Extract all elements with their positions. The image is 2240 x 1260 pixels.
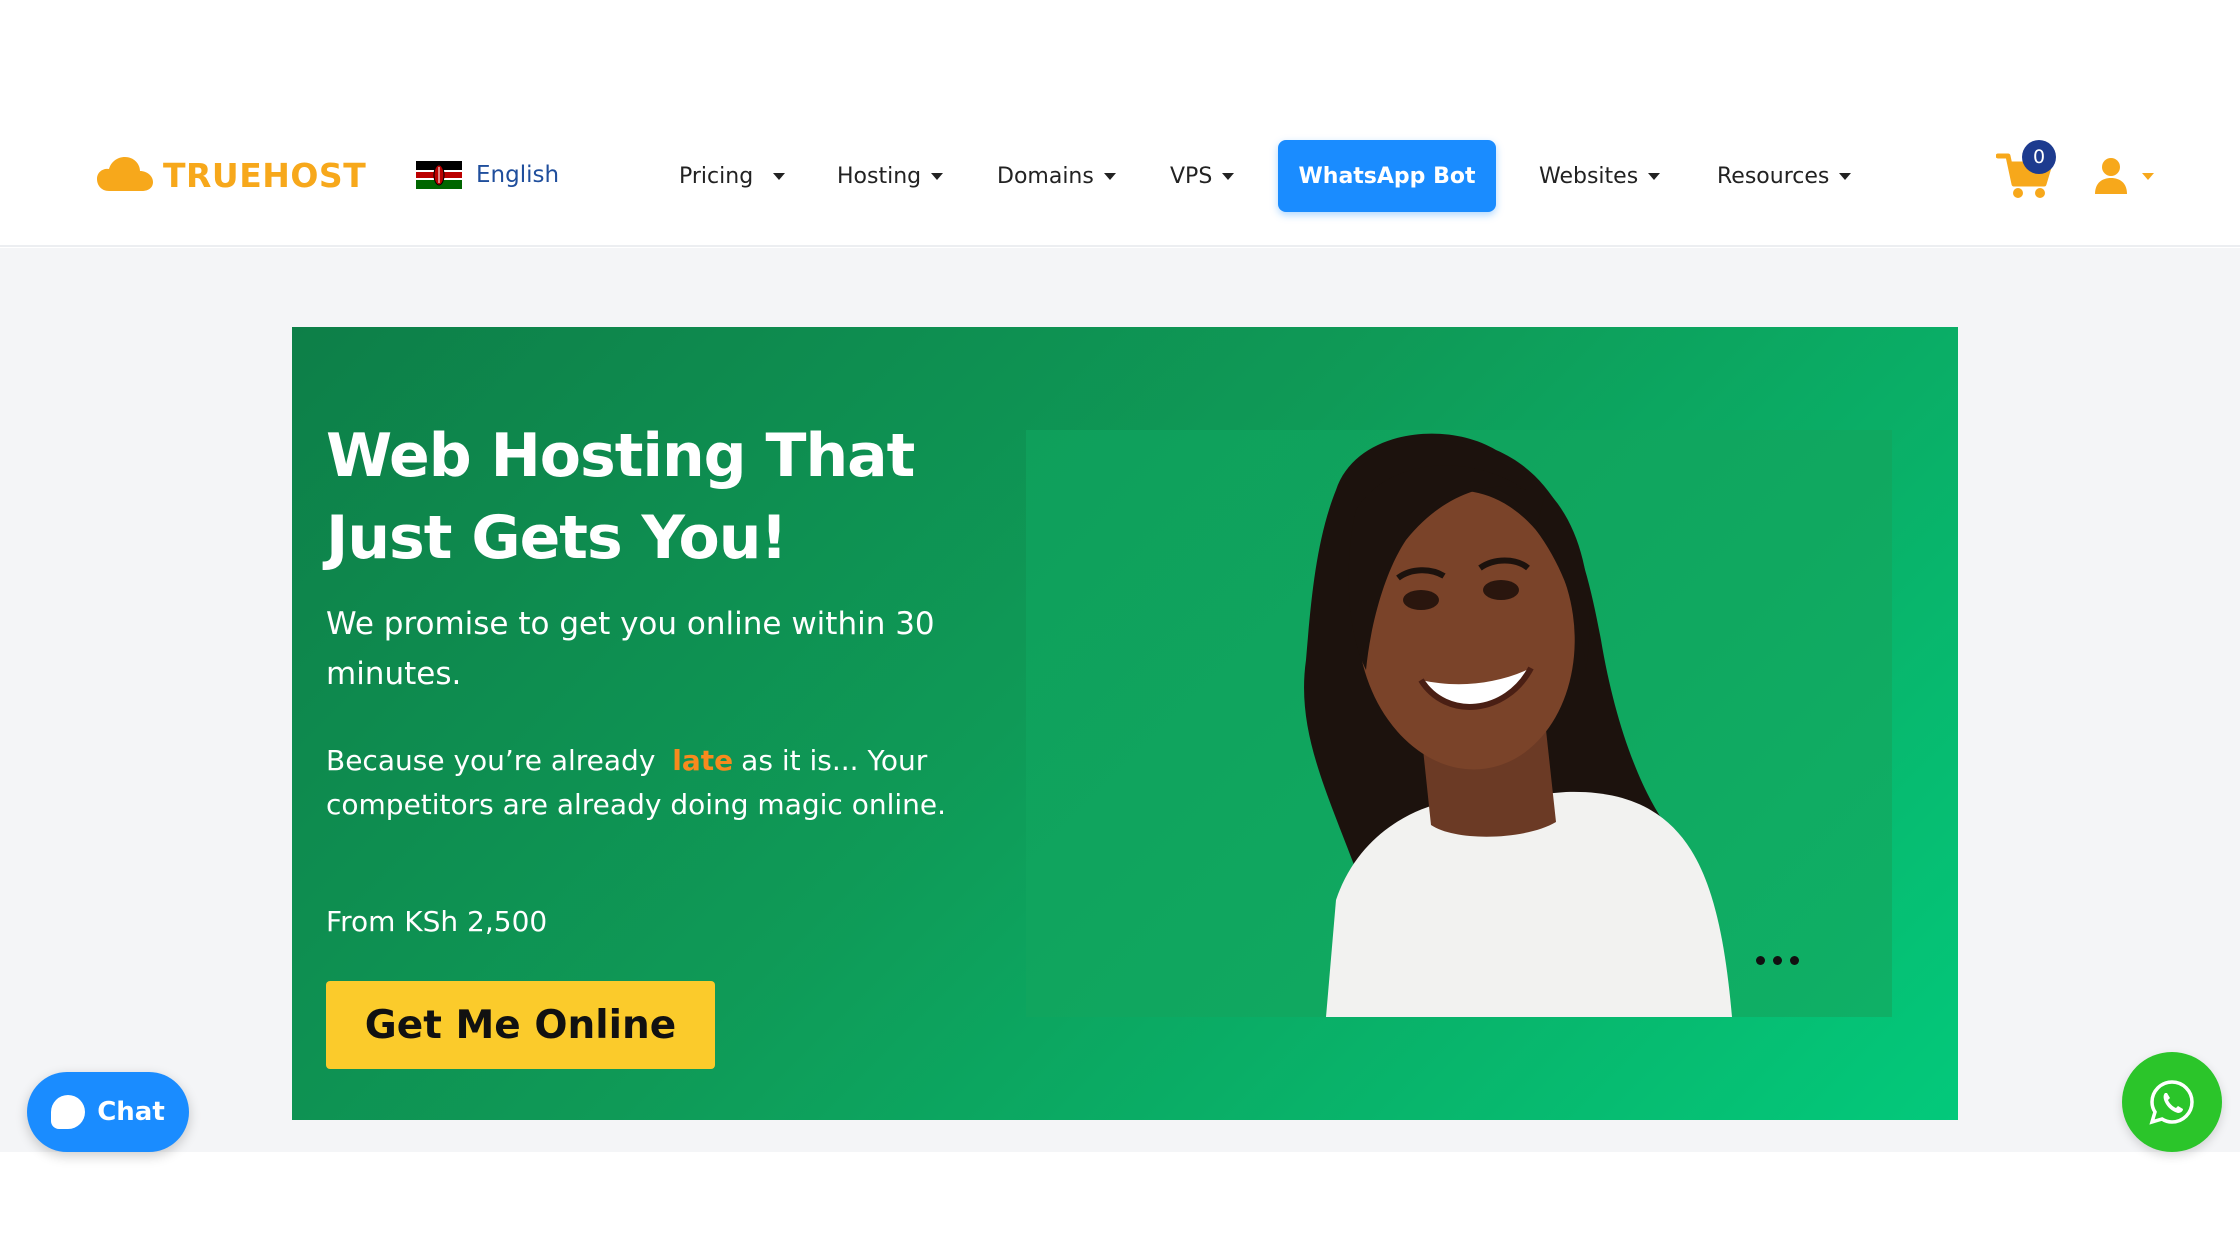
nav-label: Websites (1539, 163, 1639, 189)
caret-down-icon (1839, 172, 1852, 180)
get-me-online-button[interactable]: Get Me Online (326, 981, 715, 1069)
carousel-dots[interactable] (1756, 956, 1799, 965)
hero-paragraph: Because you’re already late as it is... Y… (326, 739, 976, 827)
brand-name: TRUEHOST (163, 155, 367, 195)
cart-count-badge: 0 (2022, 140, 2056, 174)
hero-paragraph-start: Because you’re already (326, 744, 656, 777)
kenya-flag-icon (416, 161, 462, 189)
hero-banner: Web Hosting That Just Gets You! We promi… (292, 327, 1958, 1120)
site-header: TRUEHOST English Pricing Hosting Domains… (0, 0, 2240, 247)
hero-subtitle: We promise to get you online within 30 m… (326, 606, 935, 692)
hero-photo (1026, 430, 1892, 1017)
nav-item-vps[interactable]: VPS (1170, 140, 1235, 212)
whatsapp-float-button[interactable] (2122, 1052, 2222, 1152)
nav-item-websites[interactable]: Websites (1539, 140, 1661, 212)
nav-label: VPS (1170, 163, 1213, 189)
nav-label: Hosting (837, 163, 922, 189)
carousel-dot[interactable] (1756, 956, 1765, 965)
nav-item-pricing[interactable]: Pricing (679, 140, 786, 212)
hero-highlight-word: late (672, 744, 734, 777)
nav-label: Pricing (679, 163, 754, 189)
chat-button[interactable]: Chat (27, 1072, 189, 1152)
chat-bubble-icon (51, 1095, 86, 1129)
caret-down-icon (773, 172, 786, 180)
carousel-dot[interactable] (1773, 956, 1782, 965)
nav-item-domains[interactable]: Domains (997, 140, 1116, 212)
nav-item-resources[interactable]: Resources (1717, 140, 1852, 212)
cloud-icon (97, 157, 153, 191)
hero-title: Web Hosting That Just Gets You! (326, 421, 915, 573)
caret-down-icon (1103, 172, 1116, 180)
nav-label: Domains (997, 163, 1094, 189)
caret-down-icon (1222, 172, 1235, 180)
caret-down-icon (931, 172, 944, 180)
language-selector[interactable]: English (416, 161, 559, 189)
smiling-woman-illustration (1304, 433, 1732, 1017)
hero-price: From KSh 2,500 (326, 905, 548, 938)
chat-label: Chat (97, 1097, 165, 1127)
language-label: English (476, 162, 560, 188)
caret-down-icon (2142, 172, 2154, 180)
brand-logo[interactable]: TRUEHOST (97, 155, 366, 195)
carousel-dot[interactable] (1790, 956, 1799, 965)
whatsapp-bot-button[interactable]: WhatsApp Bot (1278, 140, 1496, 212)
whatsapp-icon (2149, 1080, 2194, 1125)
user-menu[interactable] (2094, 154, 2164, 198)
user-icon (2095, 158, 2127, 194)
nav-item-hosting[interactable]: Hosting (837, 140, 944, 212)
nav-label: Resources (1717, 163, 1830, 189)
caret-down-icon (1648, 172, 1661, 180)
